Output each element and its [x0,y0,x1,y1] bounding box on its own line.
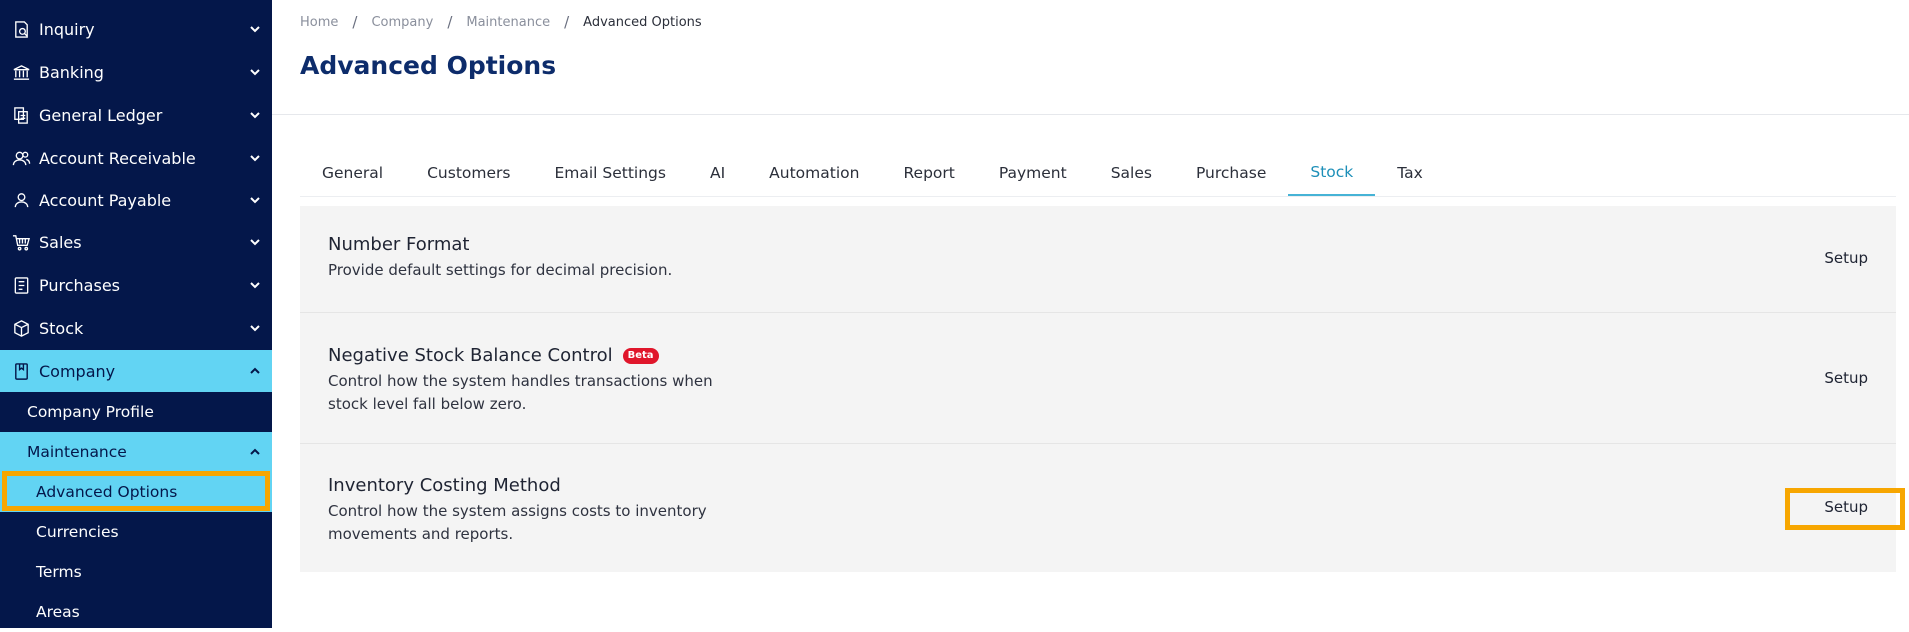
tab-bar: General Customers Email Settings AI Auto… [300,150,1896,197]
sidebar-item-sales[interactable]: Sales [0,222,272,262]
users-icon [11,148,31,168]
sidebar-item-company-profile[interactable]: Company Profile [0,392,272,432]
chevron-down-icon [250,112,260,119]
option-description: Control how the system handles transacti… [328,372,713,413]
breadcrumb: Home / Company / Maintenance / Advanced … [300,13,702,31]
chevron-down-icon [250,239,260,246]
sidebar-item-areas[interactable]: Areas [0,592,272,632]
sidebar-item-general-ledger[interactable]: General Ledger [0,95,272,135]
option-title-text: Negative Stock Balance Control [328,345,613,366]
header-divider [272,114,1909,115]
tab-payment[interactable]: Payment [977,150,1089,196]
tab-report[interactable]: Report [881,150,976,196]
ledger-icon [11,105,31,125]
tab-general[interactable]: General [300,150,405,196]
sidebar-item-purchases[interactable]: Purchases [0,265,272,305]
sidebar-item-terms[interactable]: Terms [0,552,272,592]
option-negative-stock-balance-control: Negative Stock Balance Control Beta Cont… [300,313,1896,444]
page-title: Advanced Options [300,51,557,80]
options-panel: Number Format Provide default settings f… [300,206,1896,572]
option-title: Inventory Costing Method [328,475,561,496]
sidebar: Inquiry Banking General Ledger Account R… [0,0,272,628]
chevron-down-icon [250,155,260,162]
beta-badge: Beta [622,347,659,364]
chevron-down-icon [250,26,260,33]
chevron-up-icon [250,367,260,374]
breadcrumb-company[interactable]: Company [371,15,433,30]
tab-customers[interactable]: Customers [405,150,532,196]
tab-ai[interactable]: AI [688,150,747,196]
chevron-down-icon [250,197,260,204]
setup-button-inventory-costing[interactable]: Setup [1824,498,1868,516]
main-content: Home / Company / Maintenance / Advanced … [272,0,1909,628]
sidebar-item-advanced-options[interactable]: Advanced Options [0,472,272,512]
sidebar-item-maintenance[interactable]: Maintenance [0,432,272,472]
sidebar-item-account-payable[interactable]: Account Payable [0,180,272,220]
option-description: Provide default settings for decimal pre… [328,261,673,279]
bank-icon [11,62,31,82]
setup-button-number-format[interactable]: Setup [1824,249,1868,267]
tab-automation[interactable]: Automation [747,150,881,196]
breadcrumb-current: Advanced Options [583,14,702,30]
tab-email-settings[interactable]: Email Settings [532,150,688,196]
receipt-icon [11,275,31,295]
tab-sales[interactable]: Sales [1089,150,1174,196]
sidebar-item-company[interactable]: Company [0,350,272,392]
sidebar-item-inquiry[interactable]: Inquiry [0,9,272,49]
option-description: Control how the system assigns costs to … [328,502,707,543]
sidebar-item-currencies[interactable]: Currencies [0,512,272,552]
option-title: Number Format [328,234,470,255]
option-number-format: Number Format Provide default settings f… [300,206,1896,313]
inquiry-icon [11,19,31,39]
tab-tax[interactable]: Tax [1375,150,1445,196]
chevron-down-icon [250,282,260,289]
breadcrumb-maintenance[interactable]: Maintenance [466,15,550,30]
user-icon [11,190,31,210]
setup-button-negative-stock[interactable]: Setup [1824,369,1868,387]
sidebar-item-banking[interactable]: Banking [0,52,272,92]
option-inventory-costing-method: Inventory Costing Method Control how the… [300,444,1896,572]
chevron-up-icon [250,448,260,455]
chevron-down-icon [250,325,260,332]
bookmark-icon [11,361,31,381]
chevron-down-icon [250,69,260,76]
cart-icon [11,232,31,252]
breadcrumb-separator: / [564,13,570,31]
option-title: Negative Stock Balance Control Beta [328,345,659,366]
sidebar-item-account-receivable[interactable]: Account Receivable [0,138,272,178]
tab-purchase[interactable]: Purchase [1174,150,1288,196]
breadcrumb-separator: / [447,13,453,31]
breadcrumb-home[interactable]: Home [300,15,338,30]
tab-stock[interactable]: Stock [1288,150,1376,196]
sidebar-item-stock[interactable]: Stock [0,308,272,348]
breadcrumb-separator: / [352,13,358,31]
box-icon [11,318,31,338]
